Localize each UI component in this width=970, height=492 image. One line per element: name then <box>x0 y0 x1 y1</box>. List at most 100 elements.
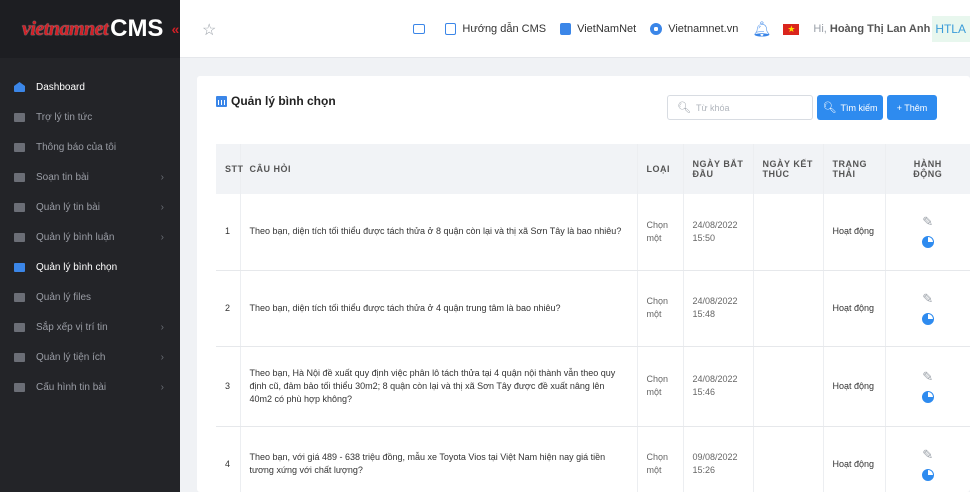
favorite-star-icon[interactable]: ☆ <box>202 20 216 40</box>
greeting-label: Hi, <box>813 23 827 35</box>
cell-status: Hoạt động <box>822 194 885 271</box>
cell-question: Theo bạn, diện tích tối thiểu được tách … <box>239 194 637 271</box>
search-button[interactable]: 🔍︎ Tìm kiếm <box>817 95 883 120</box>
table-row[interactable]: 4 Theo bạn, với giá 489 - 638 triệu đồng,… <box>216 426 970 492</box>
type-line1: Chọn <box>646 219 669 230</box>
chevron-right-icon: › <box>160 381 164 393</box>
sidebar-item-label: Thông báo của tôi <box>36 141 117 153</box>
topbar-right: Hướng dẫn CMS VietNamNet Vietnamnet.vn 🔔… <box>413 0 970 58</box>
table-row[interactable]: 2 Theo bạn, diện tích tối thiểu được tách… <box>216 270 970 347</box>
monitor-icon <box>413 24 426 34</box>
header-start-date: NGÀY BẮT ĐẦU <box>682 144 753 194</box>
sidebar-item[interactable]: Cấu hình tin bài › <box>0 372 180 402</box>
chevron-right-icon: › <box>160 201 164 213</box>
guide-link[interactable]: Hướng dẫn CMS <box>445 23 546 35</box>
sidebar-item-label: Trợ lý tin tức <box>36 111 93 123</box>
notification-bell-icon[interactable]: 🔔︎ <box>752 20 771 38</box>
cell-type: Chọn một <box>636 426 683 492</box>
type-line1: Chọn <box>646 374 669 384</box>
sort-icon <box>14 322 25 332</box>
header-end-date: NGÀY KẾT THÚC <box>752 144 823 194</box>
user-avatar[interactable]: HTLA <box>932 16 970 42</box>
cell-stt: 2 <box>216 270 240 347</box>
sidebar-item-label: Quản lý files <box>36 291 92 303</box>
bar-chart-icon <box>216 95 227 107</box>
sidebar-item[interactable]: Sắp xếp vị trí tin › <box>0 312 180 342</box>
logo[interactable]: vietnamnet CMS « <box>0 0 180 58</box>
sidebar-item[interactable]: Quản lý tiện ích › <box>0 342 180 372</box>
poll-management-card: Quản lý bình chọn 🔍︎ 🔍︎ Tìm kiếm + Thêm … <box>197 76 970 492</box>
header-status-line2: THÁI <box>832 169 856 179</box>
header-start-line2: ĐẦU <box>692 169 714 179</box>
cell-end-date <box>752 426 823 492</box>
building-icon <box>560 23 572 35</box>
header-end-line2: THÚC <box>762 169 790 179</box>
poll-stats-pie-icon[interactable] <box>921 312 934 325</box>
cell-start-date: 24/08/2022 15:50 <box>682 194 753 271</box>
table-header-row: STT CÂU HỎI LOẠI NGÀY BẮT ĐẦU NGÀY KẾT THÚ… <box>216 144 970 194</box>
header-status-line1: TRẠNG <box>832 159 867 169</box>
cell-action: ✎ <box>884 270 970 347</box>
page-title-label: Quản lý bình chọn <box>231 94 336 108</box>
cell-start-date: 09/08/2022 15:26 <box>682 426 753 492</box>
start-time: 15:46 <box>692 387 716 397</box>
topbar: ☆ Hướng dẫn CMS VietNamNet Vietnamnet.vn… <box>180 0 970 58</box>
type-line1: Chọn <box>646 452 669 462</box>
poll-stats-pie-icon[interactable] <box>921 236 934 249</box>
sidebar-item[interactable]: Quản lý tin bài › <box>0 192 180 222</box>
type-line2: một <box>646 465 662 475</box>
header-end-line1: NGÀY KẾT <box>762 159 813 169</box>
table-row[interactable]: 1 Theo bạn, diện tích tối thiểu được tách… <box>216 194 970 271</box>
vietnam-flag-icon[interactable]: ★ <box>783 23 800 35</box>
poll-stats-pie-icon[interactable] <box>921 468 934 481</box>
list-icon <box>14 202 25 212</box>
sidebar-item-label: Sắp xếp vị trí tin <box>36 321 108 333</box>
sidebar-item-label: Quản lý tiện ích <box>36 351 106 363</box>
sidebar-item[interactable]: Quản lý bình chọn <box>0 252 180 282</box>
search-icon: 🔍︎ <box>677 102 691 114</box>
cell-stt: 3 <box>216 346 240 427</box>
table-row[interactable]: 3 Theo bạn, Hà Nội đề xuất quy định việc … <box>216 346 970 427</box>
keyword-input[interactable] <box>695 102 796 113</box>
vietnamnet-label: VietNamNet <box>577 23 637 35</box>
edit-icon <box>14 172 25 182</box>
monitor-button[interactable] <box>413 24 431 34</box>
cell-start-date: 24/08/2022 15:46 <box>682 346 753 427</box>
header-start-line1: NGÀY BẮT <box>692 159 744 169</box>
edit-pencil-icon[interactable]: ✎ <box>895 370 962 383</box>
guide-label: Hướng dẫn CMS <box>462 23 547 35</box>
sidebar-item[interactable]: Quản lý bình luận › <box>0 222 180 252</box>
cell-end-date <box>752 270 823 347</box>
cell-type: Chọn một <box>636 194 683 271</box>
poll-table: STT CÂU HỎI LOẠI NGÀY BẮT ĐẦU NGÀY KẾT THÚ… <box>216 144 970 492</box>
user-greeting[interactable]: Hi, Hoàng Thị Lan Anh <box>813 23 930 35</box>
edit-pencil-icon[interactable]: ✎ <box>895 215 962 228</box>
comment-icon <box>14 232 25 242</box>
sidebar-item[interactable]: Quản lý files <box>0 282 180 312</box>
poll-stats-pie-icon[interactable] <box>921 390 934 403</box>
sidebar-item[interactable]: Thông báo của tôi <box>0 132 180 162</box>
sidebar: vietnamnet CMS « Dashboard Trợ lý tin tức… <box>0 0 180 492</box>
collapse-sidebar-icon[interactable]: « <box>171 21 179 37</box>
cell-question: Theo bạn, Hà Nội đề xuất quy định việc p… <box>239 346 637 427</box>
sidebar-item[interactable]: Soạn tin bài › <box>0 162 180 192</box>
home-icon <box>14 82 25 92</box>
sidebar-item[interactable]: Dashboard <box>0 72 180 102</box>
type-line2: một <box>646 387 662 397</box>
header-action: HÀNH ĐỘNG <box>884 144 970 194</box>
edit-pencil-icon[interactable]: ✎ <box>895 292 962 305</box>
cell-stt: 1 <box>216 194 240 271</box>
cell-question: Theo bạn, diện tích tối thiểu được tách … <box>239 270 637 347</box>
cell-end-date <box>752 346 823 427</box>
page-title: Quản lý bình chọn <box>216 94 336 108</box>
add-button[interactable]: + Thêm <box>887 95 937 120</box>
vietnamnet-link[interactable]: VietNamNet <box>560 23 636 35</box>
chevron-right-icon: › <box>160 351 164 363</box>
search-button-label: Tìm kiếm <box>840 102 878 113</box>
sidebar-item-label: Dashboard <box>36 81 85 93</box>
header-question: CÂU HỎI <box>239 144 637 194</box>
header-action-line2: ĐỘNG <box>913 169 943 179</box>
edit-pencil-icon[interactable]: ✎ <box>895 448 962 461</box>
site-link[interactable]: Vietnamnet.vn <box>650 23 738 35</box>
sidebar-item[interactable]: Trợ lý tin tức <box>0 102 180 132</box>
